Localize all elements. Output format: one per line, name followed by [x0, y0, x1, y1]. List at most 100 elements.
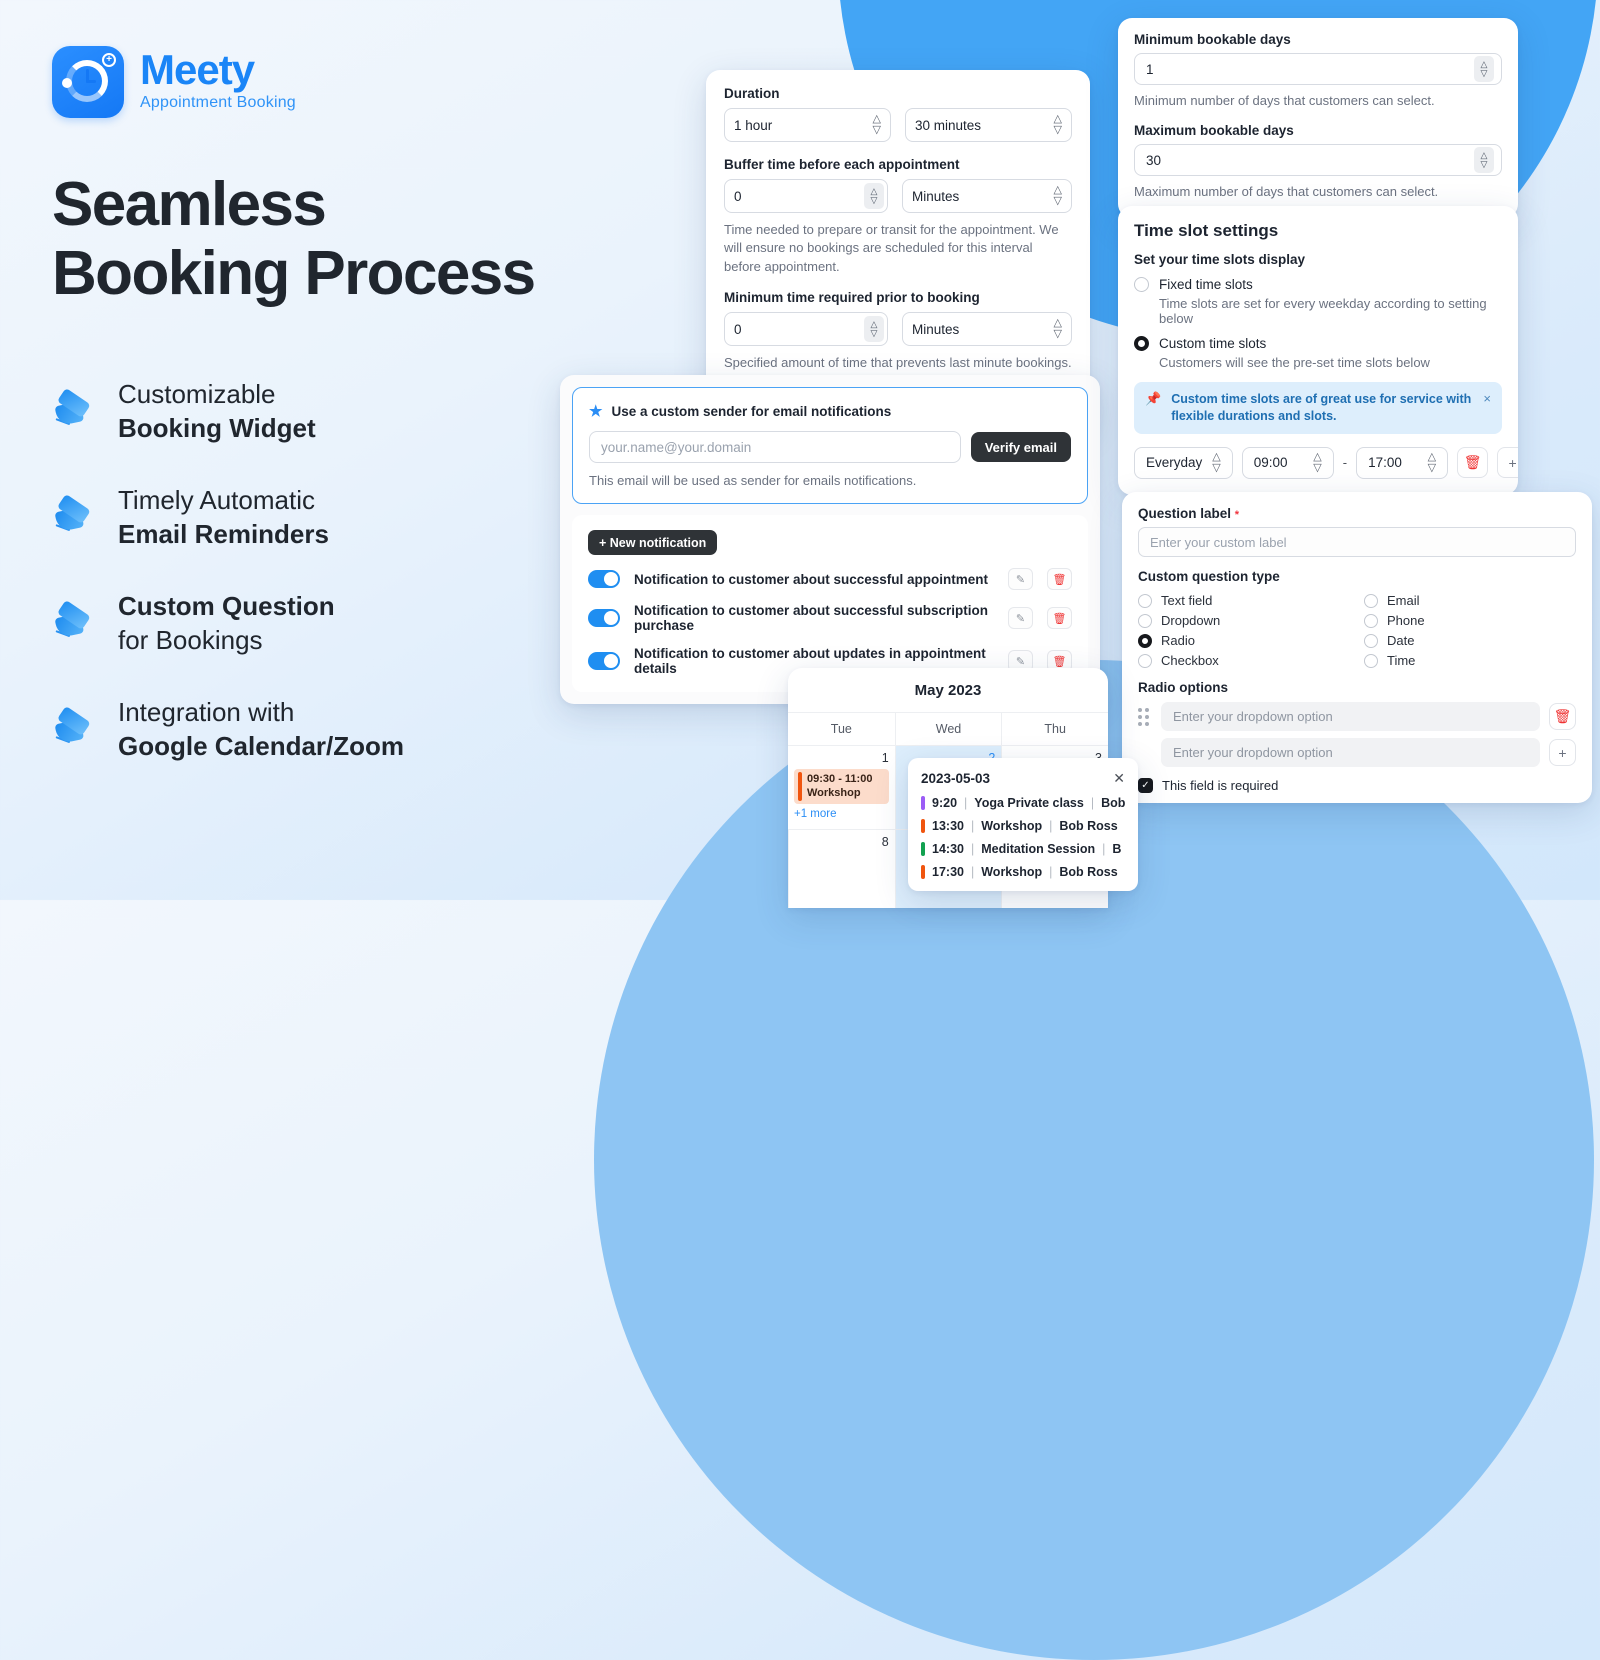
notification-toggle[interactable] — [588, 652, 620, 671]
event-title: Meditation Session — [981, 842, 1096, 856]
radio-custom-time-slots[interactable]: Custom time slots — [1134, 336, 1502, 351]
radio-option-input[interactable]: Enter your dropdown option — [1161, 702, 1540, 731]
event-popup-item[interactable]: 13:30 | Workshop | Bob Ross — [921, 819, 1125, 833]
chevron-updown-icon: △ ▽ — [1313, 450, 1322, 474]
star-icon: ★ — [589, 403, 603, 420]
event-popup-item[interactable]: 14:30 | Meditation Session | B — [921, 842, 1125, 856]
event-popup-item[interactable]: 9:20 | Yoga Private class | Bob — [921, 796, 1125, 810]
min-unit-select[interactable]: Minutes △ ▽ — [902, 312, 1072, 347]
event-popup-item[interactable]: 17:30 | Workshop | Bob Ross — [921, 865, 1125, 879]
required-asterisk: * — [1234, 509, 1240, 521]
time-slot-subtitle: Set your time slots display — [1134, 252, 1306, 267]
calendar-more-link[interactable]: +1 more — [794, 808, 889, 820]
stepper-updown-icon[interactable]: △ ▽ — [864, 316, 884, 343]
event-color-bar — [921, 865, 925, 879]
event-color-bar — [921, 796, 925, 810]
feature-text: Customizable Booking Widget — [118, 377, 316, 446]
weekday-thu: Thu — [1001, 713, 1108, 745]
calendar-day-cell[interactable]: 8 — [788, 830, 895, 908]
calendar-day-cell[interactable]: 1 09:30 - 11:00 Workshop +1 more — [788, 746, 895, 830]
event-time: 17:30 — [932, 865, 964, 879]
trash-icon[interactable]: 🗑 — [1549, 703, 1576, 730]
required-field-label: This field is required — [1162, 778, 1279, 793]
plus-icon[interactable]: + — [1497, 447, 1518, 479]
plus-icon[interactable]: + — [1549, 739, 1576, 766]
feature-item: Integration with Google Calendar/Zoom — [52, 676, 404, 782]
feature-text: Timely Automatic Email Reminders — [118, 483, 329, 552]
sender-email-input[interactable]: your.name@your.domain — [589, 431, 961, 463]
trash-icon[interactable]: 🗑 — [1457, 447, 1489, 479]
clock-plus-icon: + — [52, 46, 124, 118]
trash-icon[interactable]: 🗑 — [1047, 607, 1072, 630]
radio-options-label: Radio options — [1138, 680, 1228, 695]
feature-item: Timely Automatic Email Reminders — [52, 464, 404, 570]
pushpin-icon — [49, 598, 99, 648]
custom-sender-title-text: Use a custom sender for email notificati… — [611, 403, 892, 419]
trash-icon[interactable]: 🗑 — [1047, 568, 1072, 591]
qtype-text-field[interactable]: Text field — [1138, 593, 1350, 608]
slot-end-value: 17:00 — [1368, 455, 1402, 471]
calendar-event[interactable]: 09:30 - 11:00 Workshop — [794, 769, 889, 804]
verify-email-button[interactable]: Verify email — [970, 432, 1071, 462]
stepper-updown-icon[interactable]: △ ▽ — [1474, 56, 1494, 82]
question-label-title: Question label * — [1138, 506, 1576, 521]
close-icon[interactable]: ✕ — [1113, 770, 1125, 787]
time-slot-settings-card: Time slot settings Set your time slots d… — [1118, 206, 1518, 495]
notification-row: Notification to customer about successfu… — [588, 568, 1072, 591]
qtype-radio[interactable]: Radio — [1138, 633, 1350, 648]
duration-interval-select[interactable]: 30 minutes △ ▽ — [905, 108, 1072, 142]
sender-email-placeholder: your.name@your.domain — [601, 439, 752, 455]
buffer-time-stepper[interactable]: 0 △ ▽ — [724, 179, 888, 213]
custom-question-card: Question label * Enter your custom label… — [1122, 492, 1592, 803]
event-time: 14:30 — [932, 842, 964, 856]
radio-option-placeholder: Enter your dropdown option — [1173, 745, 1333, 760]
notification-toggle[interactable] — [588, 609, 620, 628]
radio-icon — [1364, 613, 1378, 628]
max-bookable-days-value: 30 — [1146, 152, 1162, 168]
buffer-time-help: Time needed to prepare or transit for th… — [724, 222, 1059, 274]
event-details-popup: 2023-05-03 ✕ 9:20 | Yoga Private class |… — [908, 758, 1138, 891]
qtype-date[interactable]: Date — [1364, 633, 1576, 648]
qtype-label: Date — [1387, 633, 1415, 648]
new-notification-button[interactable]: + New notification — [588, 530, 718, 556]
email-notifications-card: ★ Use a custom sender for email notifica… — [560, 375, 1100, 705]
radio-fixed-time-slots[interactable]: Fixed time slots — [1134, 277, 1502, 292]
close-icon[interactable]: × — [1483, 391, 1491, 406]
slot-start-time[interactable]: 09:00 △ ▽ — [1241, 446, 1334, 479]
slot-day-select[interactable]: Everyday △ ▽ — [1134, 446, 1233, 479]
qtype-time[interactable]: Time — [1364, 653, 1576, 668]
brand-tagline: Appointment Booking — [140, 94, 296, 112]
radio-icon — [1138, 653, 1152, 668]
duration-select[interactable]: 1 hour △ ▽ — [724, 108, 891, 142]
min-bookable-days-stepper[interactable]: 1 △ ▽ — [1134, 53, 1502, 85]
radio-option-input[interactable]: Enter your dropdown option — [1161, 738, 1540, 767]
min-time-stepper[interactable]: 0 △ ▽ — [724, 312, 888, 347]
qtype-label: Phone — [1387, 613, 1425, 628]
qtype-label: Time — [1387, 653, 1416, 668]
radio-description: Time slots are set for every weekday acc… — [1159, 296, 1487, 326]
question-label-input[interactable]: Enter your custom label — [1138, 527, 1576, 557]
pencil-icon[interactable]: ✎ — [1008, 568, 1033, 591]
max-bookable-days-stepper[interactable]: 30 △ ▽ — [1134, 144, 1502, 177]
event-title: Workshop — [981, 865, 1043, 879]
feature-item: Custom Question for Bookings — [52, 570, 404, 676]
time-range-separator: - — [1342, 455, 1348, 471]
qtype-dropdown[interactable]: Dropdown — [1138, 613, 1350, 628]
drag-handle-icon[interactable] — [1138, 707, 1152, 726]
min-unit-value: Minutes — [912, 321, 960, 337]
slot-end-time[interactable]: 17:00 △ ▽ — [1356, 446, 1449, 479]
stepper-updown-icon[interactable]: △ ▽ — [864, 183, 884, 209]
stepper-updown-icon[interactable]: △ ▽ — [1474, 147, 1494, 174]
qtype-label: Text field — [1161, 593, 1213, 608]
qtype-email[interactable]: Email — [1364, 593, 1576, 608]
notification-toggle[interactable] — [588, 570, 620, 589]
custom-sender-title: ★ Use a custom sender for email notifica… — [589, 402, 1071, 420]
qtype-checkbox[interactable]: Checkbox — [1138, 653, 1350, 668]
buffer-unit-select[interactable]: Minutes △ ▽ — [902, 179, 1072, 213]
required-field-checkbox-row[interactable]: ✓ This field is required — [1138, 778, 1576, 793]
qtype-phone[interactable]: Phone — [1364, 613, 1576, 628]
event-color-bar — [921, 842, 925, 856]
event-title: Yoga Private class — [974, 796, 1084, 810]
pencil-icon[interactable]: ✎ — [1008, 607, 1033, 630]
radio-option-row: Enter your dropdown option + — [1138, 738, 1576, 767]
